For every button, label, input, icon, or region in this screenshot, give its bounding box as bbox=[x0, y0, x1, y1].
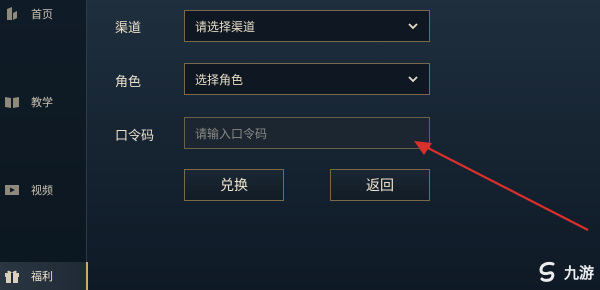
jiuyou-logo-icon bbox=[536, 260, 560, 284]
role-select-value: 选择角色 bbox=[195, 72, 244, 87]
channel-label: 渠道 bbox=[115, 21, 142, 36]
sidebar-item-label: 福利 bbox=[31, 270, 53, 283]
watermark: 九游 bbox=[536, 260, 594, 284]
sidebar-item-label: 视频 bbox=[31, 184, 53, 197]
watermark-text: 九游 bbox=[563, 263, 594, 282]
sidebar-item-benefits[interactable]: 福利 bbox=[0, 262, 88, 290]
channel-select[interactable]: 请选择渠道 bbox=[184, 10, 430, 42]
role-label: 角色 bbox=[115, 75, 142, 90]
book-icon bbox=[5, 95, 19, 109]
redeem-button[interactable]: 兑换 bbox=[184, 169, 284, 201]
sidebar-item-label: 首页 bbox=[31, 8, 53, 21]
sidebar-item-home[interactable]: 首页 bbox=[0, 0, 86, 28]
chevron-down-icon bbox=[407, 73, 419, 85]
code-label: 口令码 bbox=[115, 129, 155, 144]
role-select[interactable]: 选择角色 bbox=[184, 63, 430, 95]
home-icon bbox=[5, 7, 19, 21]
sidebar: 首页 教学 视频 福利 bbox=[0, 0, 88, 290]
channel-select-value: 请选择渠道 bbox=[195, 19, 256, 34]
chevron-down-icon bbox=[407, 20, 419, 32]
gift-icon bbox=[5, 269, 19, 283]
sidebar-item-label: 教学 bbox=[31, 96, 53, 109]
code-input-placeholder: 请输入口令码 bbox=[195, 126, 268, 141]
sidebar-item-teaching[interactable]: 教学 bbox=[0, 88, 86, 116]
back-button[interactable]: 返回 bbox=[330, 169, 430, 201]
video-icon bbox=[5, 183, 19, 197]
sidebar-item-video[interactable]: 视频 bbox=[0, 176, 86, 204]
code-input[interactable]: 请输入口令码 bbox=[184, 117, 430, 149]
